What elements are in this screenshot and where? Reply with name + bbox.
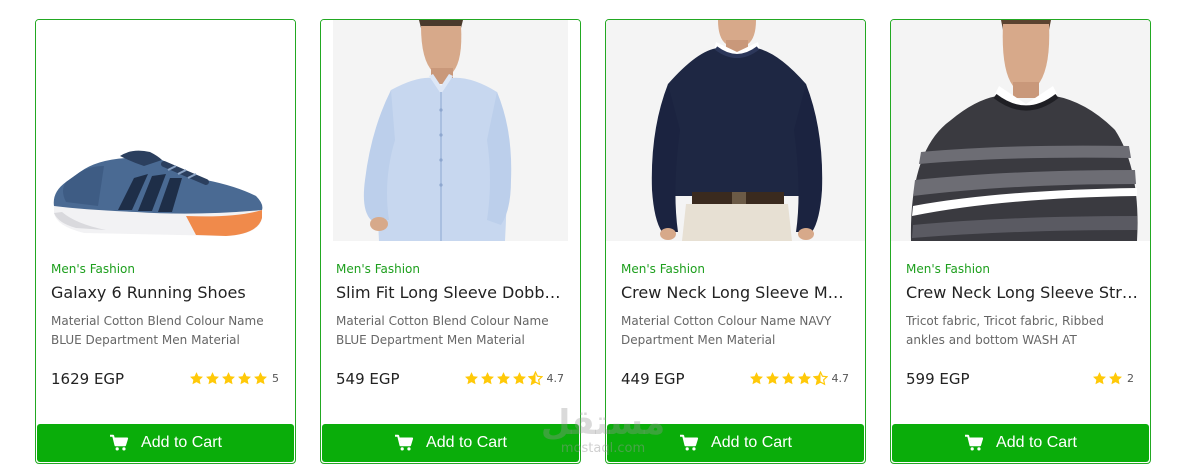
product-category[interactable]: Men's Fashion — [906, 262, 990, 276]
star-full-icon — [765, 372, 779, 385]
add-to-cart-button[interactable]: Add to Cart — [607, 424, 864, 462]
add-to-cart-label: Add to Cart — [426, 434, 507, 451]
rating-value: 4.7 — [546, 372, 565, 385]
star-full-icon — [749, 372, 763, 385]
product-card[interactable]: Men's Fashion Crew Neck Long Sleeve Stri… — [890, 19, 1151, 464]
product-title[interactable]: Crew Neck Long Sleeve Striped Sweater — [906, 283, 1138, 302]
star-full-icon — [464, 372, 478, 385]
product-price: 599 EGP — [906, 370, 970, 388]
product-rating: 4.7 — [464, 371, 565, 386]
product-image-light-blue-shirt[interactable] — [321, 20, 580, 241]
product-grid: Men's Fashion Galaxy 6 Running Shoes Mat… — [0, 0, 1202, 473]
product-category[interactable]: Men's Fashion — [51, 262, 135, 276]
product-rating: 2 — [1092, 371, 1134, 386]
product-card[interactable]: Men's Fashion Crew Neck Long Sleeve Men … — [605, 19, 866, 464]
product-description: Material Cotton Blend Colour Name BLUE D… — [336, 314, 549, 347]
cart-icon — [965, 434, 984, 451]
product-image-striped-sweater[interactable] — [891, 20, 1150, 241]
star-full-icon — [206, 372, 219, 385]
star-half-icon — [527, 371, 543, 386]
rating-value: 4.7 — [831, 372, 850, 385]
add-to-cart-label: Add to Cart — [996, 434, 1077, 451]
product-category[interactable]: Men's Fashion — [621, 262, 705, 276]
product-price: 449 EGP — [621, 370, 685, 388]
star-full-icon — [1093, 372, 1106, 385]
product-title[interactable]: Slim Fit Long Sleeve Dobby Shirt — [336, 283, 568, 302]
add-to-cart-label: Add to Cart — [711, 434, 792, 451]
product-image-running-shoe[interactable] — [36, 20, 295, 241]
product-card[interactable]: Men's Fashion Galaxy 6 Running Shoes Mat… — [35, 19, 296, 464]
product-price: 1629 EGP — [51, 370, 125, 388]
cart-icon — [680, 434, 699, 451]
star-full-icon — [797, 372, 811, 385]
product-price: 549 EGP — [336, 370, 400, 388]
add-to-cart-label: Add to Cart — [141, 434, 222, 451]
product-image-navy-sweater[interactable] — [606, 20, 865, 241]
star-full-icon — [781, 372, 795, 385]
product-category[interactable]: Men's Fashion — [336, 262, 420, 276]
star-full-icon — [512, 372, 526, 385]
star-full-icon — [238, 372, 251, 385]
product-card[interactable]: Men's Fashion Slim Fit Long Sleeve Dobby… — [320, 19, 581, 464]
add-to-cart-button[interactable]: Add to Cart — [37, 424, 294, 462]
star-full-icon — [190, 372, 203, 385]
rating-value: 2 — [1127, 372, 1134, 385]
product-rating: 5 — [189, 371, 279, 386]
add-to-cart-button[interactable]: Add to Cart — [892, 424, 1149, 462]
product-description: Material Cotton Colour Name NAVY Departm… — [621, 314, 832, 347]
product-title[interactable]: Crew Neck Long Sleeve Men Sweater — [621, 283, 853, 302]
star-full-icon — [496, 372, 510, 385]
star-full-icon — [222, 372, 235, 385]
star-full-icon — [480, 372, 494, 385]
cart-icon — [395, 434, 414, 451]
product-rating: 4.7 — [749, 371, 850, 386]
cart-icon — [110, 434, 129, 451]
product-description: Tricot fabric, Tricot fabric, Ribbed ank… — [906, 314, 1104, 347]
star-half-icon — [812, 371, 828, 386]
product-description: Material Cotton Blend Colour Name BLUE D… — [51, 314, 264, 347]
add-to-cart-button[interactable]: Add to Cart — [322, 424, 579, 462]
star-full-icon — [254, 372, 267, 385]
rating-value: 5 — [272, 372, 279, 385]
product-title[interactable]: Galaxy 6 Running Shoes — [51, 283, 283, 302]
star-full-icon — [1109, 372, 1122, 385]
